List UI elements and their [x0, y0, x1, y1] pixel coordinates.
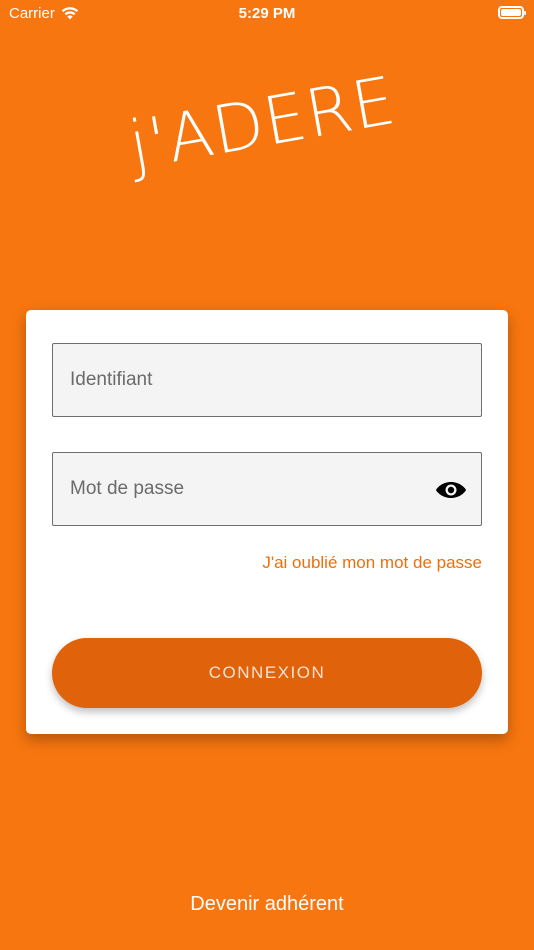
show-password-eye-icon[interactable] — [435, 476, 467, 504]
username-field[interactable] — [52, 343, 482, 417]
register-link[interactable]: Devenir adhérent — [0, 893, 534, 916]
battery-icon — [498, 6, 526, 19]
password-field[interactable] — [52, 452, 482, 526]
status-time: 5:29 PM — [238, 5, 296, 22]
forgot-password-link[interactable]: J'ai oublié mon mot de passe — [262, 553, 482, 573]
status-bar: Carrier 5:29 PM — [0, 0, 534, 28]
login-card: J'ai oublié mon mot de passe CONNEXION — [26, 310, 508, 734]
app-logo: j'ADERE — [123, 61, 402, 185]
login-button[interactable]: CONNEXION — [52, 638, 482, 708]
username-input[interactable] — [53, 344, 481, 416]
password-input[interactable] — [53, 453, 481, 525]
